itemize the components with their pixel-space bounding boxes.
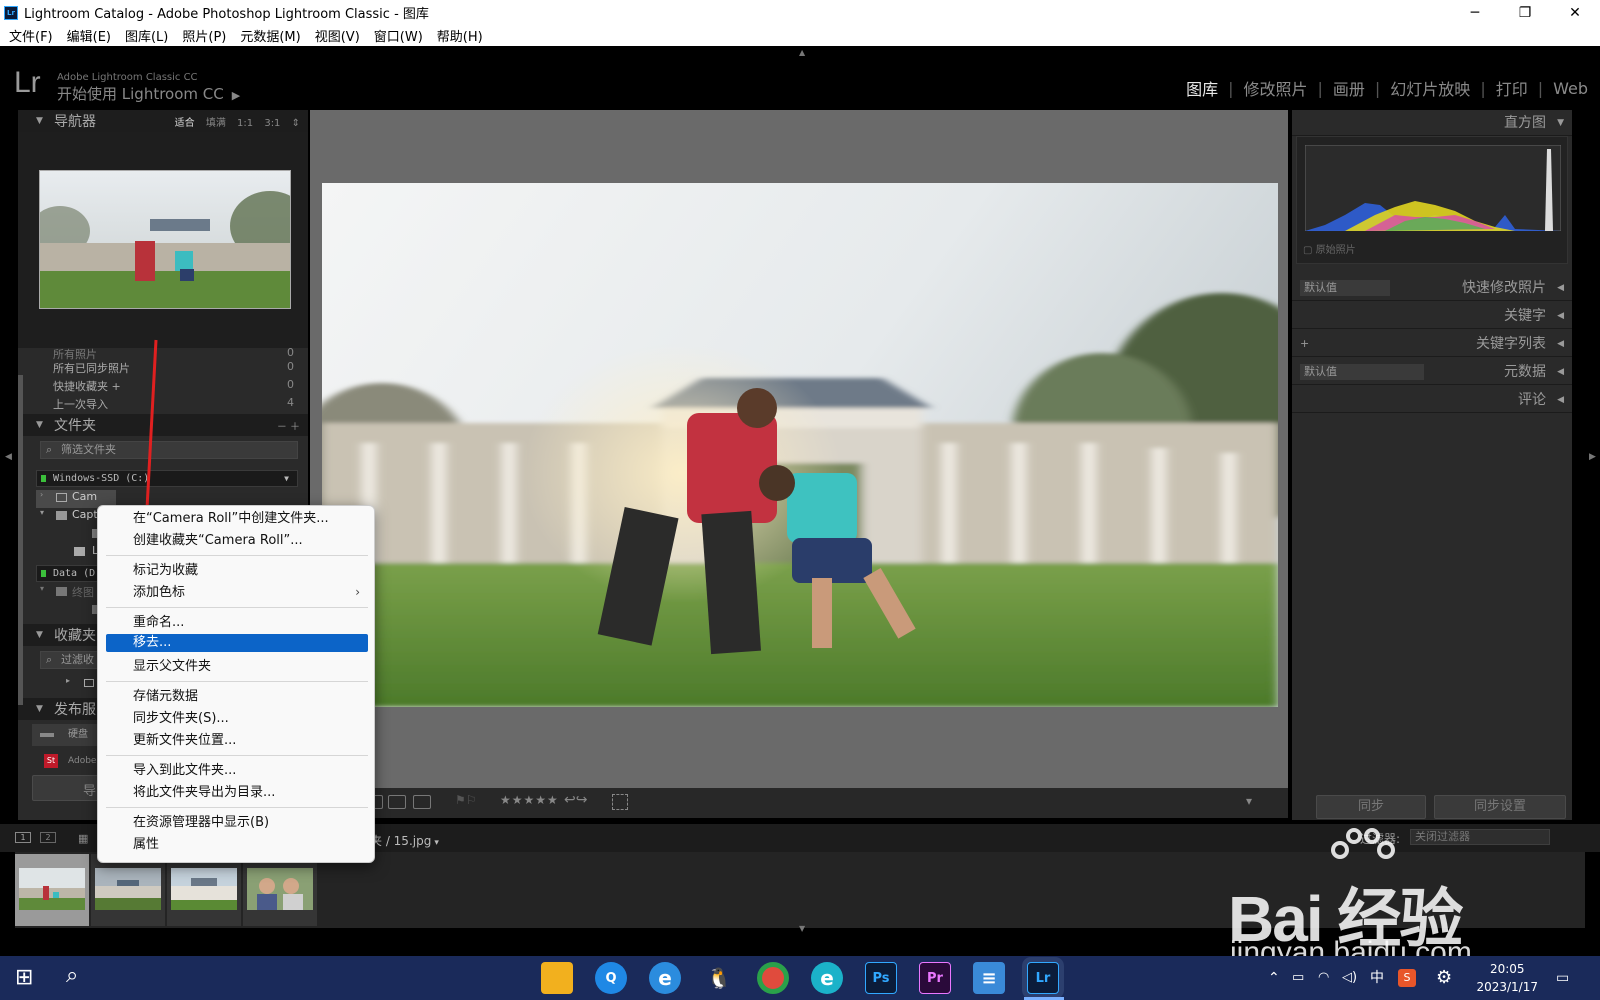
menu-create-folder-in[interactable]: 在“Camera Roll”中创建文件夹...	[106, 508, 368, 529]
tray-overflow-icon[interactable]: ⌃	[1268, 956, 1280, 1000]
menu-separator	[106, 607, 368, 608]
menu-export-as-catalog[interactable]: 将此文件夹导出为目录...	[106, 782, 368, 803]
menu-separator	[106, 807, 368, 808]
menu-update-folder-location[interactable]: 更新文件夹位置...	[106, 730, 368, 751]
taskbar-clock[interactable]: 20:05 2023/1/17	[1476, 960, 1538, 996]
taskbar-file-explorer[interactable]	[541, 962, 573, 994]
menu-add-color-label[interactable]: 添加色标 ›	[106, 582, 368, 603]
menu-remove[interactable]: 移去...	[106, 634, 368, 652]
clock-date: 2023/1/17	[1476, 980, 1538, 994]
menu-add-color-label-text: 添加色标	[133, 585, 186, 600]
submenu-chevron-icon: ›	[355, 585, 360, 599]
menu-rename[interactable]: 重命名...	[106, 612, 368, 633]
tray-volume-icon[interactable]: ◁)	[1342, 956, 1357, 1000]
menu-show-parent-folder[interactable]: 显示父文件夹	[106, 656, 368, 677]
taskbar-qq[interactable]: 🐧	[703, 962, 735, 994]
menu-show-in-explorer[interactable]: 在资源管理器中显示(B)	[106, 812, 368, 833]
taskbar-lightroom[interactable]: Lr	[1027, 962, 1059, 994]
taskbar-qq-browser[interactable]: Q	[595, 962, 627, 994]
tray-settings-icon[interactable]: ⚙	[1436, 956, 1452, 1000]
search-icon[interactable]: ⌕	[66, 963, 78, 989]
tray-ime-indicator[interactable]: 中	[1370, 956, 1384, 1000]
tray-network-icon[interactable]: ◠	[1318, 956, 1329, 1000]
menu-mark-favorite[interactable]: 标记为收藏	[106, 560, 368, 581]
menu-synchronize-folder[interactable]: 同步文件夹(S)...	[106, 708, 368, 729]
menu-separator	[106, 755, 368, 756]
clock-time: 20:05	[1489, 962, 1525, 976]
menu-save-metadata[interactable]: 存储元数据	[106, 686, 368, 707]
menu-separator	[106, 555, 368, 556]
menu-properties[interactable]: 属性	[106, 834, 368, 855]
taskbar-chrome[interactable]	[757, 962, 789, 994]
menu-import-to-folder[interactable]: 导入到此文件夹...	[106, 760, 368, 781]
taskbar-notepad[interactable]: ≡	[973, 962, 1005, 994]
notification-icon[interactable]: ▭	[1556, 956, 1569, 1000]
menu-create-collection[interactable]: 创建收藏夹“Camera Roll”...	[106, 530, 368, 551]
start-button[interactable]: ⊞	[15, 965, 33, 991]
tray-sogou-icon[interactable]: S	[1398, 969, 1416, 987]
folder-context-menu: 在“Camera Roll”中创建文件夹... 创建收藏夹“Camera Rol…	[97, 505, 375, 863]
taskbar-premiere[interactable]: Pr	[919, 962, 951, 994]
taskbar-edge[interactable]: e	[811, 962, 843, 994]
windows-taskbar: ⊞ ⌕ Q e 🐧 e Ps Pr ≡ Lr ⌃ ▭ ◠ ◁) 中 S ⚙ 20…	[0, 956, 1600, 1000]
taskbar-photoshop[interactable]: Ps	[865, 962, 897, 994]
taskbar-edge-legacy[interactable]: e	[649, 962, 681, 994]
menu-separator	[106, 681, 368, 682]
tray-battery-icon[interactable]: ▭	[1292, 956, 1304, 1000]
